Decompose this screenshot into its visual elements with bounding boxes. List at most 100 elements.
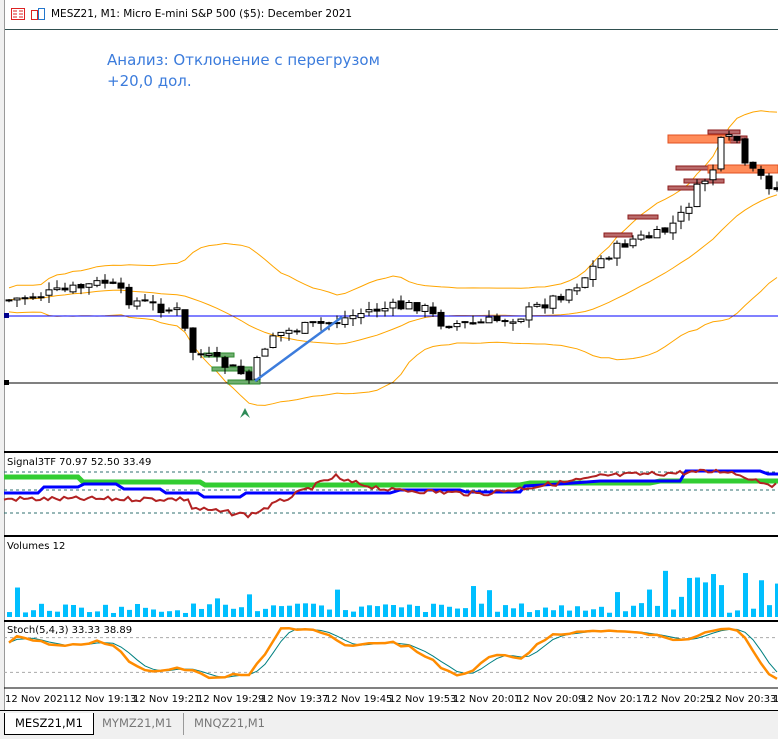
volume-bar <box>519 603 524 617</box>
bear-order-zone <box>675 165 711 171</box>
volume-bar <box>663 570 668 617</box>
candle-body <box>133 300 141 307</box>
volume-bar <box>623 611 628 617</box>
bollinger-upper <box>8 110 778 296</box>
volume-bar <box>23 612 28 617</box>
candle-body <box>205 353 213 356</box>
candle-body <box>525 306 533 321</box>
candle-body <box>493 315 501 322</box>
candle-body <box>93 280 101 286</box>
volume-bar <box>399 607 404 617</box>
time-label: 12 Nov 19:37 <box>261 694 329 705</box>
volume-bar <box>311 603 316 617</box>
volume-bar <box>631 605 636 617</box>
candle-body <box>365 309 373 313</box>
candle-body <box>45 289 53 296</box>
volume-bar <box>39 603 44 617</box>
time-label: 12 Nov 19:21 <box>133 694 201 705</box>
candle-body <box>685 206 693 214</box>
volume-bar <box>7 612 12 617</box>
candle-body <box>341 317 349 325</box>
candle-body <box>101 279 109 284</box>
candle-body <box>613 242 621 259</box>
volume-bar <box>143 607 148 617</box>
volume-bar <box>751 608 756 617</box>
volume-bar <box>559 605 564 617</box>
volume-bar <box>503 605 508 617</box>
volume-bar <box>535 610 540 617</box>
volume-bar <box>191 603 196 617</box>
candle-body <box>637 234 645 240</box>
volume-bar <box>15 587 20 617</box>
volume-bar <box>471 586 476 617</box>
volume-bar <box>543 607 548 617</box>
candle-body <box>461 321 469 324</box>
candle-body <box>317 321 325 324</box>
volume-bar <box>687 577 692 617</box>
candle-body <box>701 180 709 185</box>
volume-bar <box>391 605 396 617</box>
volume-bar <box>319 605 324 617</box>
candle-body <box>29 296 37 299</box>
candle-body <box>277 331 285 337</box>
candle-body <box>453 323 461 328</box>
volume-bar <box>479 603 484 617</box>
candle-body <box>141 299 149 302</box>
volume-bar <box>215 598 220 617</box>
candle-body <box>437 311 445 327</box>
volume-bar <box>351 611 356 617</box>
candle-body <box>741 138 749 164</box>
volume-bar <box>743 573 748 617</box>
volume-bar <box>527 612 532 617</box>
candle-body <box>397 300 405 310</box>
candle-body <box>773 187 778 191</box>
candle-body <box>749 161 757 169</box>
candle-body <box>533 303 541 307</box>
volume-bar <box>639 603 644 617</box>
volume-bar <box>199 608 204 617</box>
volume-bar <box>127 609 132 617</box>
candle-body <box>381 308 389 312</box>
candle-body <box>21 297 29 300</box>
volume-bar <box>407 604 412 617</box>
volume-bar <box>359 606 364 617</box>
volume-bar <box>591 609 596 617</box>
candle-body <box>349 315 357 320</box>
candle-body <box>597 258 605 269</box>
volume-bar <box>735 610 740 617</box>
candle-body <box>197 353 205 356</box>
time-label: 12 Nov 20:25 <box>645 694 713 705</box>
tab-mnqz21[interactable]: MNQZ21,M1 <box>183 713 275 735</box>
candle-body <box>509 321 517 324</box>
volume-bar <box>463 608 468 617</box>
time-label: 12 Nov 20:17 <box>581 694 649 705</box>
volume-bar <box>159 611 164 617</box>
candle-body <box>765 175 773 190</box>
tab-mymz21[interactable]: MYMZ21,M1 <box>92 713 182 735</box>
candle-body <box>357 313 365 319</box>
volume-bar <box>367 605 372 617</box>
candle-body <box>13 297 21 301</box>
price-chart[interactable] <box>0 0 778 710</box>
volume-bar <box>327 609 332 617</box>
candle-body <box>309 321 317 324</box>
candle-body <box>477 321 485 324</box>
volume-bar <box>47 610 52 617</box>
volume-bar <box>383 604 388 617</box>
candle-body <box>285 329 293 334</box>
volume-bar <box>71 604 76 617</box>
candle-body <box>733 135 741 141</box>
bollinger-middle <box>8 194 778 345</box>
time-label: 12 Nov 19:53 <box>389 694 457 705</box>
candle-body <box>413 302 421 312</box>
candle-body <box>69 284 77 293</box>
volume-bar <box>55 611 60 617</box>
candle-body <box>125 286 133 306</box>
time-label: 12 Nov 20:01 <box>453 694 521 705</box>
volume-bar <box>551 610 556 617</box>
candle-body <box>661 227 669 233</box>
candle-body <box>237 365 245 375</box>
candle-body <box>653 229 661 239</box>
candle-body <box>221 357 229 368</box>
tab-mesz21[interactable]: MESZ21,M1 <box>4 713 94 735</box>
